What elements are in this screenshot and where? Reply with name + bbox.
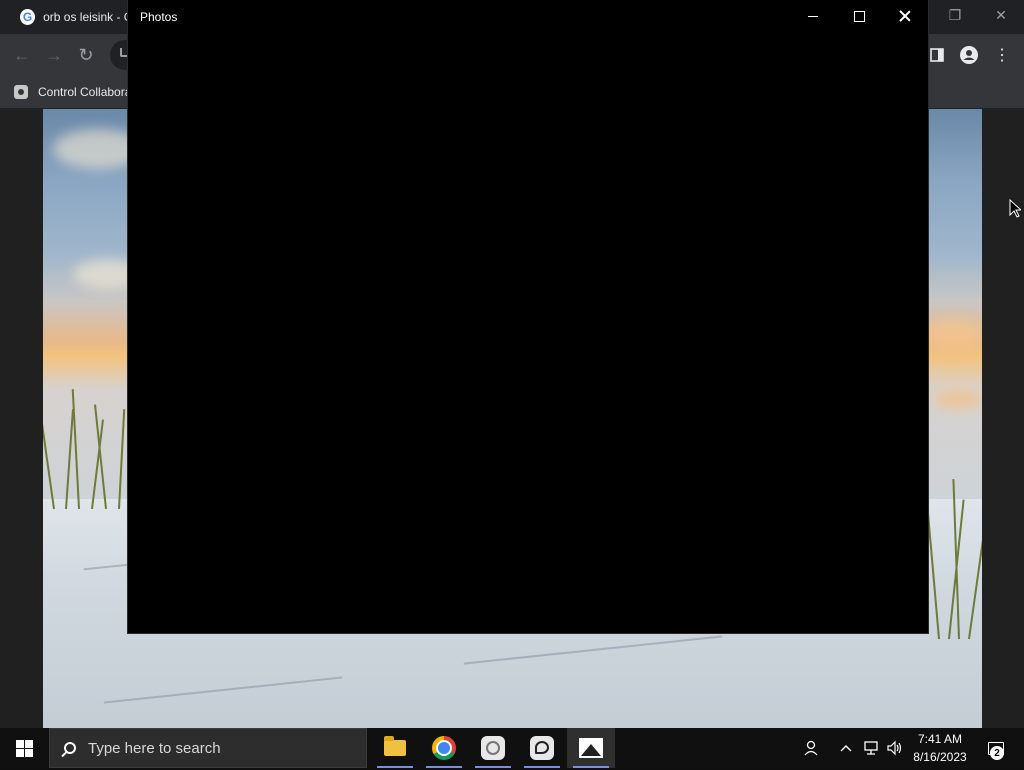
- close-icon: [899, 10, 911, 22]
- close-button[interactable]: [882, 0, 928, 32]
- sand-ripple: [103, 676, 343, 704]
- swirl-icon: [481, 736, 505, 760]
- restore-icon: ❐: [948, 6, 962, 23]
- network-icon: [864, 741, 878, 755]
- photos-window: Photos: [128, 0, 928, 633]
- maximize-button[interactable]: [836, 0, 882, 32]
- reload-icon: ↻: [78, 44, 94, 65]
- chrome-close-button[interactable]: ✕: [978, 0, 1024, 30]
- photo-cloud: [933, 389, 982, 409]
- back-arrow-icon: ←: [13, 44, 31, 65]
- clock-date: 8/16/2023: [913, 750, 967, 764]
- people-icon: [804, 740, 818, 756]
- minimize-icon: [808, 15, 818, 17]
- taskbar-app-photos[interactable]: [567, 728, 615, 768]
- taskbar-search-box[interactable]: Type here to search: [49, 728, 367, 768]
- close-icon: ✕: [995, 6, 1007, 23]
- reload-button[interactable]: ↻: [73, 42, 99, 68]
- taskbar-app-chat[interactable]: [518, 728, 566, 768]
- taskbar: Type here to search 7:41 AM 8/16/2023 2: [0, 728, 1024, 768]
- google-favicon-icon: G: [20, 9, 36, 25]
- taskbar-clock[interactable]: 7:41 AM 8/16/2023: [908, 728, 972, 770]
- mouse-cursor-icon: [1009, 199, 1021, 218]
- show-hidden-icons-button[interactable]: [836, 728, 856, 768]
- chevron-up-icon: [840, 745, 852, 752]
- chrome-menu-button[interactable]: ⋮: [989, 42, 1015, 68]
- profile-button[interactable]: [956, 42, 982, 68]
- sand-ripple: [463, 635, 723, 665]
- windows-logo-icon: [15, 739, 33, 757]
- folder-icon: [384, 736, 406, 756]
- more-vertical-icon: ⋮: [994, 47, 1010, 64]
- forward-arrow-icon: →: [45, 44, 63, 65]
- taskbar-app-file-explorer[interactable]: [371, 728, 419, 768]
- chrome-tab-title: orb os leisink - Google: [43, 10, 128, 24]
- back-button[interactable]: ←: [9, 42, 35, 68]
- chrome-icon: [432, 736, 456, 760]
- search-icon: [64, 742, 76, 754]
- side-panel-icon: [930, 48, 944, 62]
- forward-button[interactable]: →: [41, 42, 67, 68]
- photo-cloud: [923, 319, 982, 349]
- bookmark-label: Control Collabora: [38, 85, 132, 99]
- volume-icon: [887, 740, 902, 756]
- clock-time: 7:41 AM: [917, 732, 963, 746]
- network-button[interactable]: [860, 728, 882, 768]
- photos-window-title: Photos: [140, 10, 178, 24]
- volume-button[interactable]: [884, 728, 906, 768]
- taskbar-app-swirl[interactable]: [469, 728, 517, 768]
- search-placeholder: Type here to search: [88, 739, 221, 757]
- chrome-restore-button[interactable]: ❐: [932, 0, 978, 30]
- bookmark-control-collabora[interactable]: Control Collabora: [14, 82, 131, 102]
- people-button[interactable]: [798, 728, 824, 768]
- maximize-icon: [853, 10, 865, 22]
- minimize-button[interactable]: [790, 0, 836, 32]
- notification-count-badge: 2: [990, 746, 1004, 760]
- photos-icon: [579, 738, 603, 758]
- start-button[interactable]: [0, 728, 48, 768]
- chat-icon: [530, 736, 554, 760]
- chrome-tab[interactable]: G orb os leisink - Google: [8, 0, 128, 34]
- taskbar-app-chrome[interactable]: [420, 728, 468, 768]
- bookmark-favicon-icon: [14, 85, 28, 99]
- profile-icon: [960, 46, 978, 64]
